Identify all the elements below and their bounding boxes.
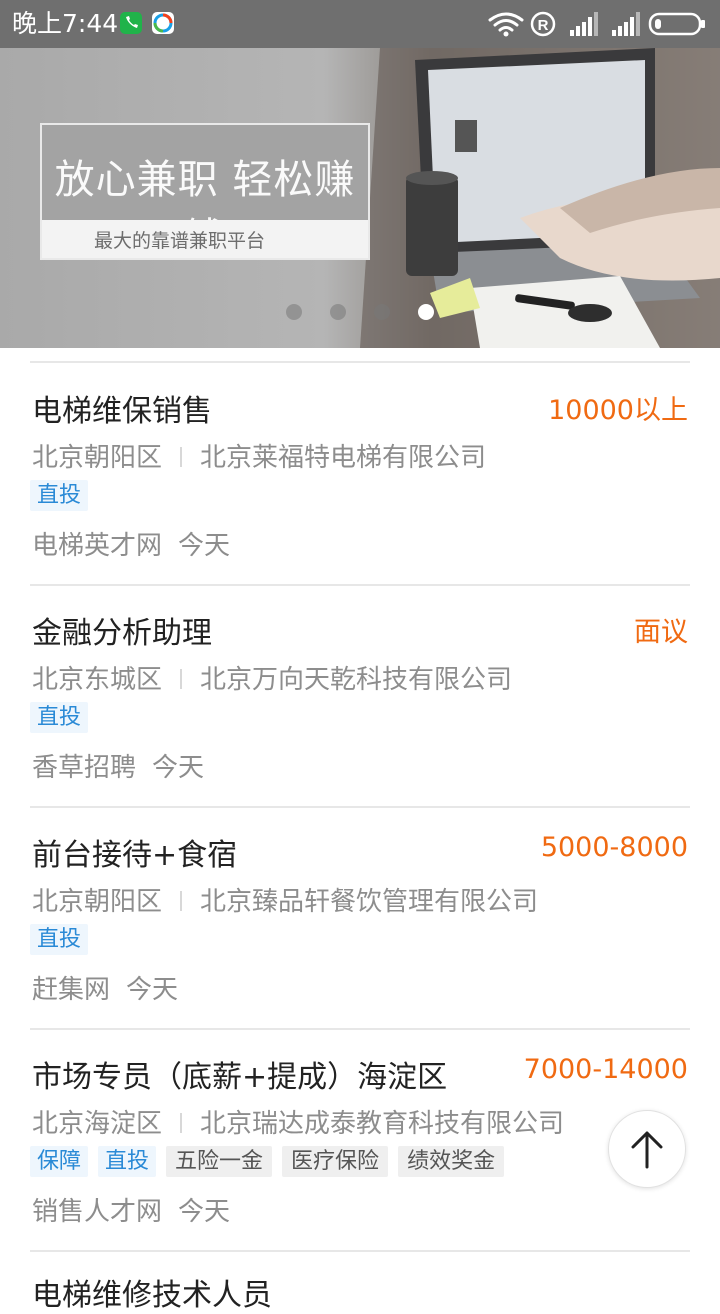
job-date: 今天 <box>178 1197 231 1227</box>
job-tags: 直投 <box>30 924 98 955</box>
carousel-dot-active[interactable] <box>418 304 434 320</box>
signal-icon <box>570 12 598 36</box>
job-tags: 直投 <box>30 480 98 511</box>
job-source: 香草招聘 今天 <box>32 747 204 784</box>
job-salary: 面议 <box>634 617 688 648</box>
job-company: 北京臻品轩餐饮管理有限公司 <box>200 887 539 917</box>
job-location-company: 北京东城区 北京万向天乾科技有限公司 <box>32 659 512 696</box>
job-date: 今天 <box>126 975 179 1005</box>
job-salary: 10000以上 <box>548 395 688 426</box>
job-source-name: 香草招聘 <box>32 753 137 783</box>
job-title-partial[interactable]: 电梯维修技术人员 <box>32 1270 272 1314</box>
wifi-icon <box>488 12 524 32</box>
job-title: 前台接待+食宿 <box>32 838 238 873</box>
arrow-up-icon <box>631 1131 663 1169</box>
tag-benefit: 医疗保险 <box>282 1146 389 1177</box>
banner-carousel[interactable]: 放心兼职 轻松赚钱 最大的靠谱兼职平台 <box>0 48 720 348</box>
job-source: 赶集网 今天 <box>32 969 178 1006</box>
battery-icon <box>648 12 705 36</box>
job-source-name: 销售人才网 <box>32 1197 163 1227</box>
tag-direct: 直投 <box>30 480 89 511</box>
job-district: 北京朝阳区 <box>32 887 163 917</box>
job-location-company: 北京朝阳区 北京莱福特电梯有限公司 <box>32 437 486 474</box>
phone-app-icon <box>120 12 142 34</box>
job-district: 北京朝阳区 <box>32 443 163 473</box>
job-salary: 7000-14000 <box>523 1054 688 1085</box>
carousel-dot[interactable] <box>286 304 302 320</box>
divider <box>180 891 183 911</box>
job-company: 北京瑞达成泰教育科技有限公司 <box>200 1109 565 1139</box>
back-to-top-button[interactable] <box>608 1110 686 1188</box>
job-source-name: 电梯英才网 <box>32 531 163 561</box>
divider <box>180 669 183 689</box>
job-date: 今天 <box>178 531 231 561</box>
job-card[interactable]: 电梯维保销售 10000以上 北京朝阳区 北京莱福特电梯有限公司 直投 电梯英才网… <box>30 363 690 586</box>
job-source-name: 赶集网 <box>32 975 111 1005</box>
divider <box>180 1113 183 1133</box>
job-card[interactable]: 金融分析助理 面议 北京东城区 北京万向天乾科技有限公司 直投 香草招聘 今天 <box>30 585 690 808</box>
job-card[interactable]: 市场专员（底薪+提成）海淀区 7000-14000 北京海淀区 北京瑞达成泰教育科… <box>30 1029 690 1252</box>
tag-direct: 直投 <box>30 924 89 955</box>
job-title: 金融分析助理 <box>32 616 212 651</box>
job-district: 北京东城区 <box>32 665 163 695</box>
tag-direct: 直投 <box>98 1146 157 1177</box>
signal-icon <box>612 12 640 36</box>
job-location-company: 北京朝阳区 北京臻品轩餐饮管理有限公司 <box>32 881 538 918</box>
tag-benefit: 绩效奖金 <box>398 1146 505 1177</box>
job-source: 电梯英才网 今天 <box>32 525 230 562</box>
svg-text:R: R <box>538 17 549 34</box>
status-bar: 晚上7:44 R <box>0 0 720 48</box>
job-title: 电梯维保销售 <box>32 394 212 429</box>
job-salary: 5000-8000 <box>540 832 688 863</box>
registered-icon: R <box>530 11 556 37</box>
carousel-dot[interactable] <box>330 304 346 320</box>
job-card[interactable]: 前台接待+食宿 5000-8000 北京朝阳区 北京臻品轩餐饮管理有限公司 直投 … <box>30 807 690 1030</box>
tag-benefit: 五险一金 <box>166 1146 273 1177</box>
job-date: 今天 <box>152 753 205 783</box>
carousel-dot[interactable] <box>374 304 390 320</box>
status-icons: R <box>488 10 708 38</box>
job-location-company: 北京海淀区 北京瑞达成泰教育科技有限公司 <box>32 1103 564 1140</box>
job-company: 北京万向天乾科技有限公司 <box>200 665 513 695</box>
job-title: 市场专员（底薪+提成）海淀区 <box>32 1060 448 1095</box>
tag-direct: 直投 <box>30 702 89 733</box>
job-district: 北京海淀区 <box>32 1109 163 1139</box>
divider <box>180 447 183 467</box>
banner-slogan-box: 放心兼职 轻松赚钱 最大的靠谱兼职平台 <box>40 123 370 261</box>
job-company: 北京莱福特电梯有限公司 <box>200 443 487 473</box>
tag-guarantee: 保障 <box>30 1146 89 1177</box>
banner-subtitle-bar: 最大的靠谱兼职平台 <box>42 220 368 258</box>
status-time: 晚上7:44 <box>12 9 119 38</box>
job-tags: 直投 <box>30 702 98 733</box>
job-source: 销售人才网 今天 <box>32 1191 230 1228</box>
banner-subtitle: 最大的靠谱兼职平台 <box>94 230 266 252</box>
app-icon <box>152 12 174 34</box>
job-tags: 保障 直投 五险一金 医疗保险 绩效奖金 <box>30 1146 514 1177</box>
